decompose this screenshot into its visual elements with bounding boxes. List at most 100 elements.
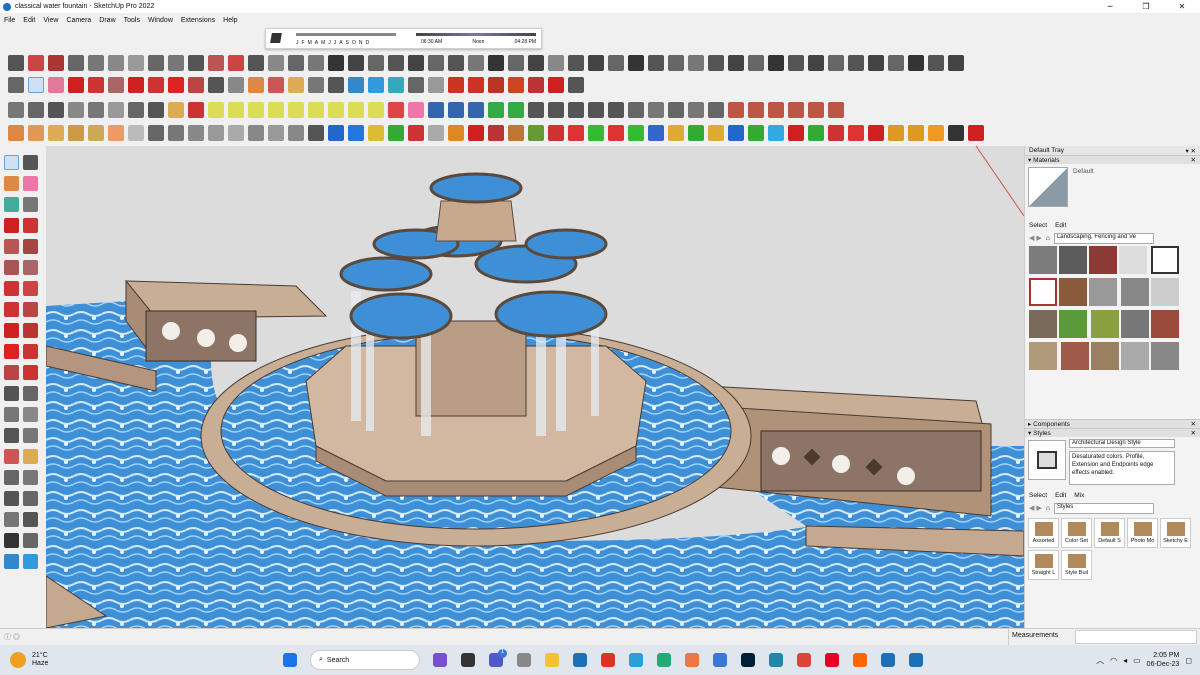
push-pull-icon[interactable] <box>128 77 144 93</box>
home-icon[interactable]: ⌂ <box>1046 235 1050 242</box>
dimension-icon[interactable] <box>23 386 38 401</box>
time-slider[interactable] <box>416 33 536 36</box>
tool-icon[interactable] <box>28 102 44 118</box>
tool-icon[interactable] <box>88 55 104 71</box>
battery-icon[interactable]: ▭ <box>1133 656 1141 665</box>
app-icon[interactable] <box>657 653 671 667</box>
tool-icon[interactable] <box>768 125 784 141</box>
tool-icon[interactable] <box>88 125 104 141</box>
tool-icon[interactable] <box>48 55 64 71</box>
style-folder[interactable]: Assorted <box>1028 518 1059 548</box>
tool-icon[interactable] <box>408 102 424 118</box>
tool-icon[interactable] <box>348 125 364 141</box>
tool-icon[interactable] <box>408 125 424 141</box>
tool-icon[interactable] <box>408 55 424 71</box>
tool-icon[interactable] <box>948 125 964 141</box>
material-swatch[interactable] <box>1029 342 1057 370</box>
material-swatch[interactable] <box>1121 278 1150 306</box>
tool-icon[interactable] <box>808 102 824 118</box>
tool-icon[interactable] <box>188 102 204 118</box>
share-model-icon[interactable] <box>388 77 404 93</box>
tool-icon[interactable] <box>528 125 544 141</box>
tool-icon[interactable] <box>928 55 944 71</box>
tool-icon[interactable] <box>48 125 64 141</box>
previous-view-icon[interactable] <box>23 491 38 506</box>
tool-icon[interactable] <box>588 125 604 141</box>
close-button[interactable]: ✕ <box>1164 2 1200 11</box>
material-swatch[interactable] <box>1151 342 1180 370</box>
orbit-icon[interactable] <box>4 449 19 464</box>
rotated-rect-icon[interactable] <box>23 239 38 254</box>
material-swatch[interactable] <box>1121 310 1150 338</box>
tab-edit[interactable]: Edit <box>1055 492 1066 499</box>
tool-icon[interactable] <box>648 102 664 118</box>
tool-icon[interactable] <box>448 102 464 118</box>
freehand-tool-icon[interactable] <box>23 218 38 233</box>
copilot-icon[interactable] <box>433 653 447 667</box>
tool-icon[interactable] <box>428 55 444 71</box>
tool-icon[interactable] <box>848 55 864 71</box>
home-icon[interactable]: ⌂ <box>1046 505 1050 512</box>
tool-icon[interactable] <box>128 55 144 71</box>
move-tool-icon[interactable] <box>148 77 164 93</box>
tool-icon[interactable] <box>548 102 564 118</box>
material-swatch[interactable] <box>1091 310 1120 338</box>
tool-icon[interactable] <box>648 55 664 71</box>
tool-icon[interactable] <box>668 102 684 118</box>
style-folder[interactable]: Sketchy E <box>1160 518 1191 548</box>
account-icon[interactable] <box>408 77 424 93</box>
tool-icon[interactable] <box>568 102 584 118</box>
style-description[interactable]: Desaturated colors. Profile, Extension a… <box>1069 451 1175 485</box>
tool-icon[interactable] <box>528 102 544 118</box>
position-camera-icon[interactable] <box>4 512 19 527</box>
tool-icon[interactable] <box>648 125 664 141</box>
tool-icon[interactable] <box>48 102 64 118</box>
material-swatch[interactable] <box>1089 246 1117 274</box>
3d-text-icon[interactable] <box>23 428 38 443</box>
tool-icon[interactable] <box>488 125 504 141</box>
chrome-icon[interactable] <box>797 653 811 667</box>
tool-icon[interactable] <box>728 125 744 141</box>
style-folder[interactable]: Straight L <box>1028 550 1059 580</box>
zoom-window-icon[interactable] <box>23 470 38 485</box>
tool-icon[interactable] <box>588 102 604 118</box>
tool-icon[interactable] <box>668 55 684 71</box>
zoom-window-icon[interactable] <box>308 77 324 93</box>
circle-tool-icon[interactable] <box>4 260 19 275</box>
tool-icon[interactable] <box>488 102 504 118</box>
tool-icon[interactable] <box>208 55 224 71</box>
tool-icon[interactable] <box>148 55 164 71</box>
tool-icon[interactable] <box>428 125 444 141</box>
sketchup-active-icon[interactable] <box>909 653 923 667</box>
volume-icon[interactable]: ◂ <box>1123 656 1127 665</box>
look-around-icon[interactable] <box>23 512 38 527</box>
styles-section-header[interactable]: ▾ Styles ✕ <box>1025 428 1200 437</box>
tool-icon[interactable] <box>268 125 284 141</box>
tool-icon[interactable] <box>68 125 84 141</box>
tool-icon[interactable] <box>788 102 804 118</box>
tool-icon[interactable] <box>688 125 704 141</box>
shadow-toggle-icon[interactable] <box>270 33 282 43</box>
tool-icon[interactable] <box>628 125 644 141</box>
menu-window[interactable]: Window <box>144 17 177 24</box>
style-folder[interactable]: Style Buil <box>1061 550 1092 580</box>
scale-tool-icon[interactable] <box>188 77 204 93</box>
components-section-header[interactable]: ▸ Components ✕ <box>1025 419 1200 428</box>
tool-icon[interactable] <box>328 55 344 71</box>
notifications-icon[interactable]: ◻ <box>1185 656 1192 665</box>
pan-icon[interactable] <box>288 77 304 93</box>
tool-icon[interactable] <box>968 125 984 141</box>
tool-icon[interactable] <box>328 125 344 141</box>
solid-tool-icon[interactable] <box>548 77 564 93</box>
taskbar-search[interactable]: ⌕ Search <box>310 650 420 670</box>
tool-icon[interactable] <box>8 55 24 71</box>
material-swatch[interactable] <box>1061 342 1090 370</box>
text-tool-icon[interactable] <box>228 77 244 93</box>
solid-tool-icon[interactable] <box>488 77 504 93</box>
tool-icon[interactable] <box>308 55 324 71</box>
tool-icon[interactable] <box>568 77 584 93</box>
photoshop-icon[interactable] <box>741 653 755 667</box>
teams-icon[interactable]: 1 <box>489 649 507 667</box>
tool-icon[interactable] <box>108 102 124 118</box>
text-tool-icon[interactable] <box>23 407 38 422</box>
